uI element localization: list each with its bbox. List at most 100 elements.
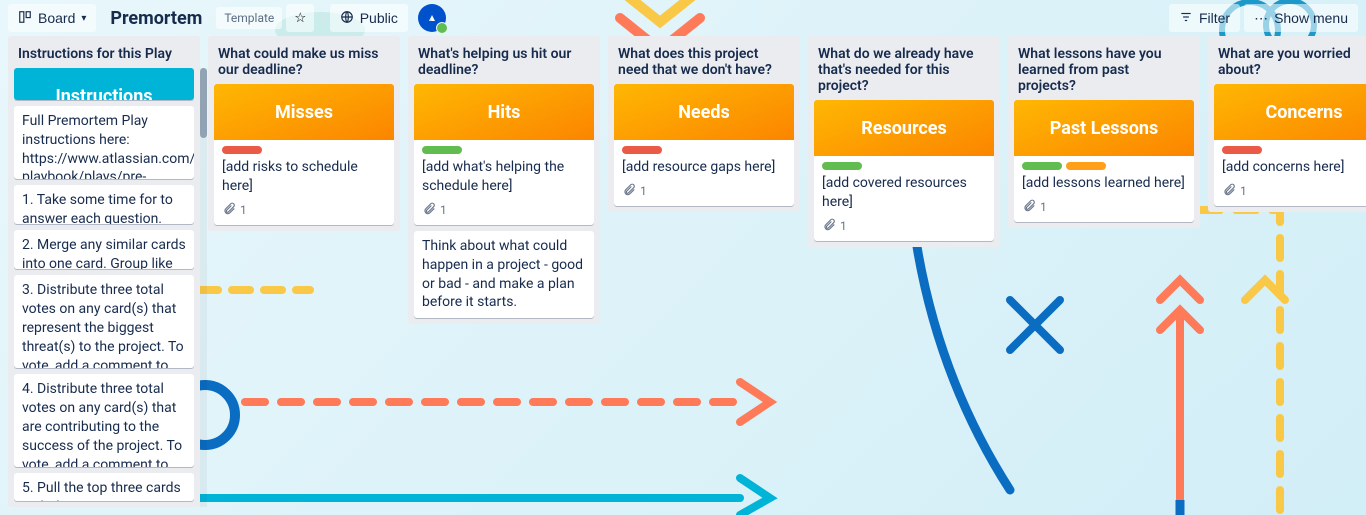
attachment-count: 1 <box>1240 184 1247 198</box>
header-left: Board ▾ Premortem Template ☆ | Public <box>8 4 446 32</box>
attachment-count: 1 <box>840 219 847 233</box>
menu-dots-icon: ⋯ <box>1254 10 1268 27</box>
label-green[interactable] <box>822 162 862 170</box>
list-cards: Concerns [add concerns here] 1 <box>1208 84 1366 212</box>
card-cover: Misses <box>214 84 394 140</box>
card[interactable]: Needs[add resource gaps here]1 <box>614 84 794 206</box>
card-labels <box>822 162 986 170</box>
card-text: 2. Merge any similar cards into one card… <box>22 236 186 269</box>
list: What does this project need that we don'… <box>608 36 800 212</box>
card[interactable]: Misses [add risks to schedule here] 1 <box>214 84 394 225</box>
divider: | <box>318 10 325 26</box>
label-orange[interactable] <box>1066 162 1106 170</box>
label-green[interactable] <box>1022 162 1062 170</box>
card[interactable]: Hits[add what's helping the schedule her… <box>414 84 594 225</box>
globe-icon <box>340 10 354 27</box>
list-cards: Needs[add resource gaps here]1 <box>608 84 800 212</box>
card-body: [add lessons learned here]1 <box>1014 156 1194 222</box>
attachment-icon <box>622 183 636 200</box>
filter-button[interactable]: Filter <box>1169 4 1240 32</box>
list-header[interactable]: What does this project need that we don'… <box>608 36 800 84</box>
card-body: 1. Take some time for to answer each que… <box>14 185 194 224</box>
card-body: [add resource gaps here]1 <box>614 140 794 206</box>
card-body: 4. Distribute three total votes on any c… <box>14 374 194 467</box>
list: Instructions for this PlayInstructions Fu… <box>8 36 200 507</box>
label-red[interactable] <box>222 146 262 154</box>
visibility-label: Public <box>360 10 398 26</box>
card[interactable]: Resources [add covered resources here] 1 <box>814 100 994 241</box>
filter-icon <box>1179 10 1193 27</box>
label-green[interactable] <box>422 146 462 154</box>
card-cover: Past Lessons <box>1014 100 1194 156</box>
card-text: [add concerns here] <box>1222 158 1366 177</box>
card[interactable]: Full Premortem Play instructions here: h… <box>14 106 194 180</box>
card[interactable]: 2. Merge any similar cards into one card… <box>14 230 194 269</box>
card-text: [add risks to schedule here] <box>222 158 386 196</box>
list-cards: Past Lessons[add lessons learned here]1 <box>1008 100 1200 228</box>
card-body: 5. Pull the top three cards with the <box>14 473 194 501</box>
card[interactable]: Concerns [add concerns here] 1 <box>1214 84 1366 206</box>
visibility-button[interactable]: Public <box>330 4 408 32</box>
card[interactable]: 1. Take some time for to answer each que… <box>14 185 194 224</box>
card-text: 3. Distribute three total votes on any c… <box>22 281 186 368</box>
card[interactable]: 3. Distribute three total votes on any c… <box>14 275 194 368</box>
card-text: 5. Pull the top three cards with the <box>22 479 186 501</box>
card-labels <box>1222 146 1366 154</box>
list: What do we already have that's needed fo… <box>808 36 1000 247</box>
list-header[interactable]: What lessons have you learned from past … <box>1008 36 1200 100</box>
card-body: [add risks to schedule here] 1 <box>214 140 394 225</box>
list-scroll-wrap: Misses [add risks to schedule here] 1 <box>208 84 400 231</box>
card-cover: Concerns <box>1214 84 1366 140</box>
show-menu-label: Show menu <box>1274 10 1348 26</box>
card[interactable]: 4. Distribute three total votes on any c… <box>14 374 194 467</box>
card-body: [add covered resources here] 1 <box>814 156 994 241</box>
list-header[interactable]: What could make us miss our deadline? <box>208 36 400 84</box>
star-icon: ☆ <box>294 10 306 26</box>
list-cards: Misses [add risks to schedule here] 1 <box>208 84 400 231</box>
attachment-icon <box>222 202 236 219</box>
view-switcher-button[interactable]: Board ▾ <box>8 4 96 32</box>
avatar[interactable] <box>418 4 446 32</box>
attachment-icon <box>1222 183 1236 200</box>
board-name[interactable]: Premortem <box>100 8 212 29</box>
card-body: 3. Distribute three total votes on any c… <box>14 275 194 368</box>
show-menu-button[interactable]: ⋯ Show menu <box>1244 4 1358 32</box>
card-badges: 1 <box>222 202 386 219</box>
card-badges: 1 <box>1222 183 1366 200</box>
attachment-icon <box>422 202 436 219</box>
label-red[interactable] <box>622 146 662 154</box>
list-header[interactable]: What are you worried about? <box>1208 36 1366 84</box>
list-scroll-wrap: Concerns [add concerns here] 1 <box>1208 84 1366 212</box>
card-labels <box>422 146 586 154</box>
card-text: 1. Take some time for to answer each que… <box>22 191 186 224</box>
card[interactable]: Past Lessons[add lessons learned here]1 <box>1014 100 1194 222</box>
card[interactable]: 5. Pull the top three cards with the <box>14 473 194 501</box>
card-cover: Resources <box>814 100 994 156</box>
attachment-icon <box>1022 199 1036 216</box>
card-badges: 1 <box>822 218 986 235</box>
list-header[interactable]: Instructions for this Play <box>8 36 200 68</box>
list-scroll-wrap: Resources [add covered resources here] 1 <box>808 100 1000 247</box>
card-cover: Instructions <box>14 68 194 100</box>
card-text: [add covered resources here] <box>822 174 986 212</box>
attachment-icon <box>822 218 836 235</box>
label-red[interactable] <box>1222 146 1262 154</box>
card-badges: 1 <box>1022 199 1186 216</box>
star-button[interactable]: ☆ <box>286 4 314 32</box>
card-body: Think about what could happen in a proje… <box>414 231 594 319</box>
board-canvas[interactable]: Instructions for this PlayInstructions Fu… <box>0 36 1366 515</box>
card-text: 4. Distribute three total votes on any c… <box>22 380 186 467</box>
list-header[interactable]: What's helping us hit our deadline? <box>408 36 600 84</box>
list-header[interactable]: What do we already have that's needed fo… <box>808 36 1000 100</box>
template-badge[interactable]: Template <box>216 7 282 29</box>
card-badges: 1 <box>622 183 786 200</box>
card-labels <box>222 146 386 154</box>
list-scrollbar[interactable] <box>200 68 207 507</box>
list: What could make us miss our deadline?Mis… <box>208 36 400 231</box>
attachment-count: 1 <box>1040 200 1047 214</box>
card[interactable]: Think about what could happen in a proje… <box>414 231 594 319</box>
card[interactable]: Instructions <box>14 68 194 100</box>
scrollbar-thumb[interactable] <box>200 68 207 138</box>
atlassian-icon <box>424 10 440 26</box>
list: What lessons have you learned from past … <box>1008 36 1200 228</box>
